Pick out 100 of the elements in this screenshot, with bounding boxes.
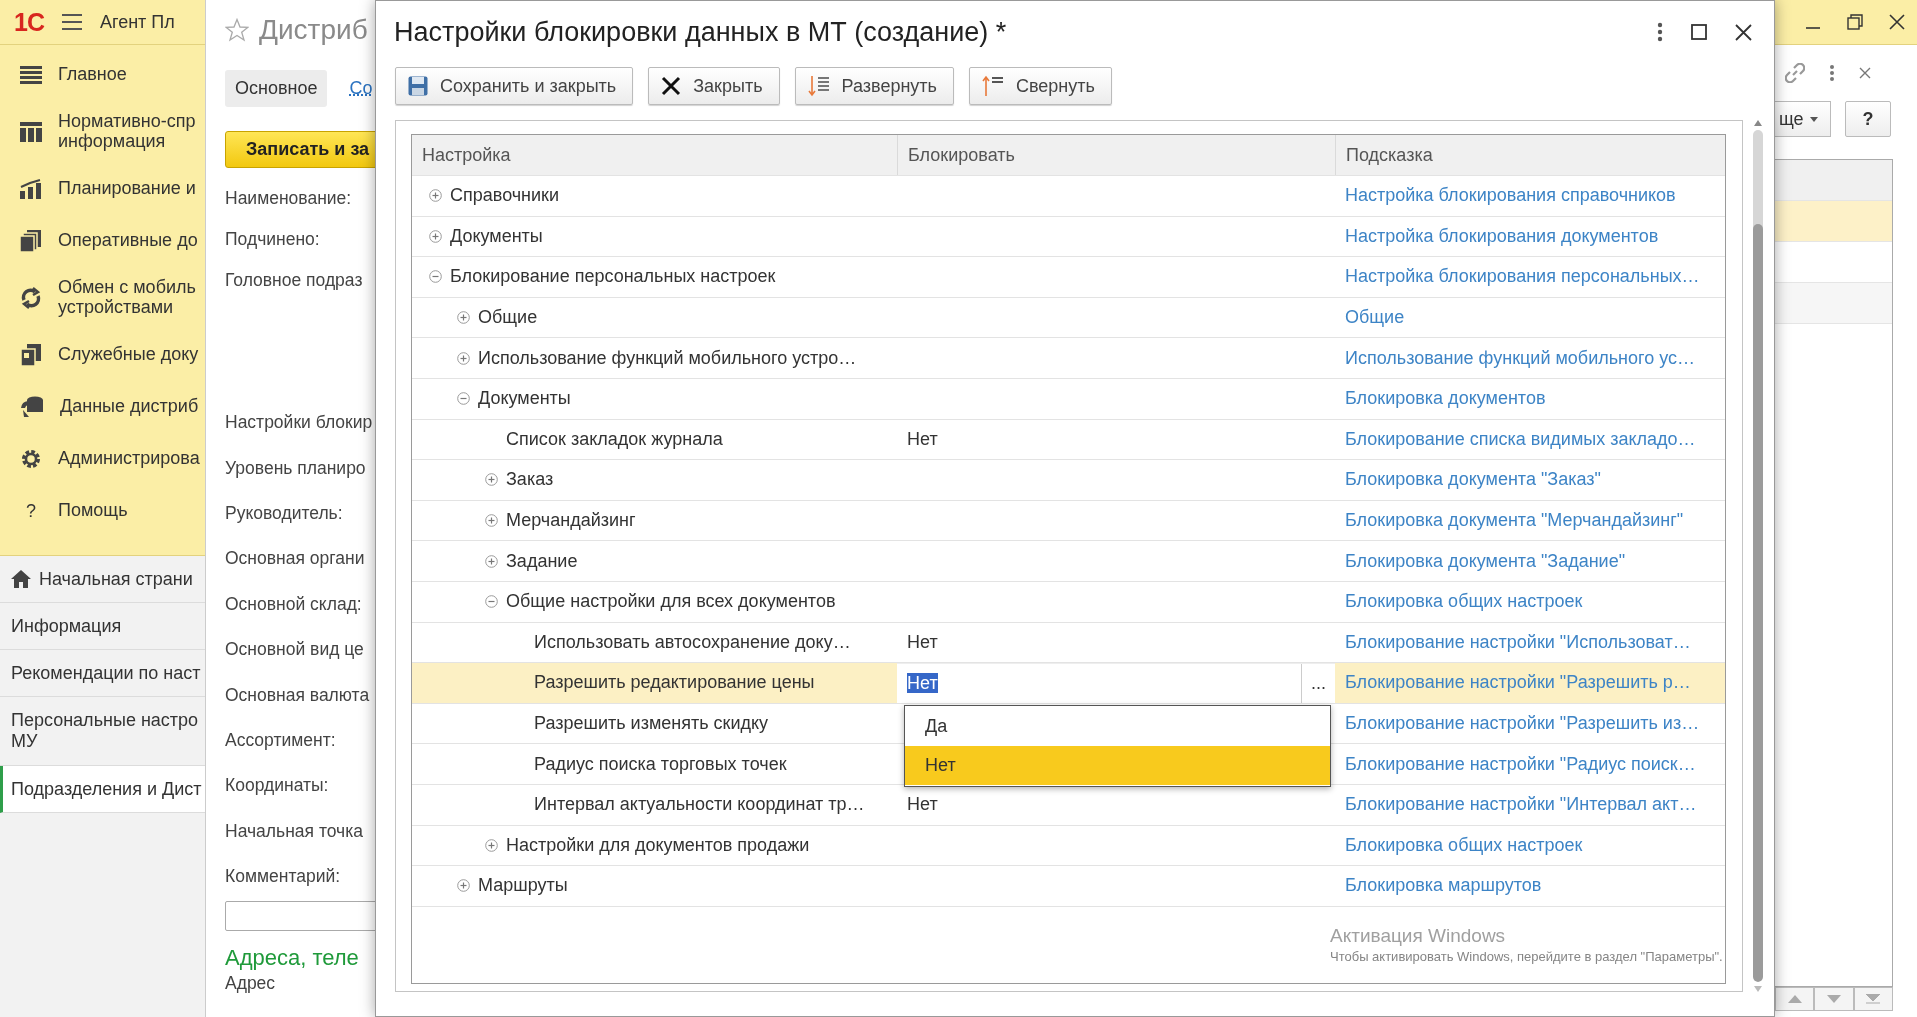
section-link[interactable]: Нормативно-спр информация — [58, 112, 196, 152]
column-header[interactable]: Блокировать — [897, 135, 1335, 175]
field-label: Головное подраз — [225, 269, 364, 292]
hint-link[interactable]: Настройка блокирования документов — [1345, 225, 1659, 247]
documents-icon — [20, 344, 42, 366]
more-button[interactable]: ще — [1775, 101, 1831, 137]
table-row[interactable]: Справочники Настройка блокирования справочников — [412, 176, 1725, 217]
expand-icon[interactable] — [457, 351, 470, 365]
table-row[interactable]: Настройки для документов продажи Блокировка общих настроек — [412, 825, 1725, 867]
block-value: Нет — [907, 631, 938, 653]
dropdown-option[interactable]: Да — [905, 706, 1330, 746]
value-field[interactable]: Нет ... — [897, 663, 1335, 703]
table-row[interactable]: Задание Блокировка документа "Задание" — [412, 541, 1725, 582]
hint-link[interactable]: Блокирование настройки "Интервал акт… — [1345, 794, 1697, 816]
column-header[interactable]: Подсказка — [1335, 135, 1725, 175]
save-button[interactable]: Записать и за — [225, 131, 375, 168]
dialog-title: Настройки блокировки данных в МТ (создание) * — [394, 16, 1008, 48]
setting-name: Радиус поиска торговых точек — [534, 753, 787, 775]
move-up-button[interactable] — [1775, 987, 1815, 1011]
hint-link[interactable]: Блокировка документа "Задание" — [1345, 550, 1626, 572]
hint-link[interactable]: Блокирование настройки "Разрешить из… — [1345, 713, 1700, 734]
table-row[interactable]: Документы Блокировка документов — [412, 378, 1725, 420]
table-row[interactable]: Маршруты Блокировка маршрутов — [412, 866, 1725, 907]
table-row[interactable]: Мерчандайзинг Блокировка документа "Мерчандайзинг" — [412, 500, 1725, 542]
more-icon[interactable] — [1657, 22, 1663, 42]
table-row[interactable]: Блокирование персональных настроек Настройка блокирования персональных… — [412, 257, 1725, 298]
expand-icon[interactable] — [485, 838, 498, 852]
comment-field[interactable] — [225, 901, 375, 932]
section-link[interactable]: Служебные доку — [58, 345, 199, 365]
hint-link[interactable]: Блокировка документа "Мерчандайзинг" — [1345, 510, 1684, 532]
toolbar-button[interactable]: Закрыть — [648, 67, 780, 105]
maximize-icon[interactable] — [1691, 24, 1707, 40]
table-row[interactable]: Общие настройки для всех документов Блокировка общих настроек — [412, 581, 1725, 623]
column-header[interactable]: Настройка — [412, 135, 897, 175]
section-link[interactable]: Данные дистриб — [60, 397, 199, 417]
expand-icon[interactable] — [457, 311, 470, 325]
hint-link[interactable]: Блокировка маршрутов — [1345, 875, 1542, 897]
hint-link[interactable]: Настройка блокирования персональных… — [1345, 266, 1700, 288]
field-label: Координаты: — [225, 774, 330, 798]
expand-icon[interactable] — [485, 473, 498, 487]
toolbar-button[interactable]: Сохранить и закрыть — [395, 67, 634, 105]
field-label: Подчинено: — [225, 228, 321, 251]
table-row[interactable]: Документы Настройка блокирования документов — [412, 216, 1725, 258]
expand-icon[interactable] — [429, 189, 442, 203]
field-label: Уровень планиро — [225, 456, 367, 480]
hint-link[interactable]: Блокировка общих настроек — [1345, 591, 1583, 613]
form-title: Дистриб — [259, 14, 368, 46]
move-to-end-icon — [1866, 994, 1881, 1004]
collapse-icon[interactable] — [457, 392, 470, 406]
hint-link[interactable]: Блокирование настройки "Радиус поиск… — [1345, 753, 1696, 775]
setting-name: Интервал актуальности координат тр… — [534, 794, 865, 816]
toolbar-button[interactable]: Свернуть — [968, 67, 1112, 105]
section-link[interactable]: Главное — [58, 65, 127, 85]
activation-notice-title: Активация Windows — [1330, 925, 1507, 947]
collapse-icon[interactable] — [429, 270, 442, 284]
expand-icon[interactable] — [429, 229, 442, 243]
setting-name: Разрешить редактирование цены — [534, 672, 815, 694]
hint-link[interactable]: Блокировка документов — [1345, 388, 1546, 410]
hint-link[interactable]: Блокирование настройки "Использоват… — [1345, 631, 1691, 653]
table-row[interactable]: Заказ Блокировка документа "Заказ" — [412, 460, 1725, 501]
table-row[interactable]: Использование функций мобильного устро… Использование функций мобильного ус… — [412, 338, 1725, 379]
close-icon[interactable] — [1889, 14, 1905, 30]
dropdown-option[interactable]: Нет — [905, 745, 1330, 785]
expand-icon[interactable] — [485, 554, 498, 568]
section-link[interactable]: Обмен с мобиль устройствами — [58, 278, 196, 318]
more-icon[interactable] — [1829, 64, 1835, 82]
menu-icon[interactable] — [61, 14, 82, 30]
field-label: Основная органи — [225, 547, 366, 571]
hint-link[interactable]: Настройка блокирования справочников — [1345, 185, 1676, 207]
section-link[interactable]: Планирование и — [58, 179, 196, 199]
form-tab[interactable]: Основное — [225, 70, 328, 107]
collapse-icon[interactable] — [485, 595, 498, 609]
hint-link[interactable]: Использование функций мобильного ус… — [1345, 347, 1696, 369]
link-icon[interactable] — [1785, 63, 1805, 83]
field-label: Адрес — [225, 973, 277, 995]
setting-name: Справочники — [450, 185, 560, 207]
table-row[interactable]: Общие Общие — [412, 297, 1725, 339]
table-row[interactable]: Интервал актуальности координат тр… Нет Блокирование настройки "Интервал акт… — [412, 784, 1725, 826]
hint-link[interactable]: Блокировка документа "Заказ" — [1345, 469, 1601, 491]
close-icon — [661, 76, 682, 96]
star-icon[interactable] — [225, 18, 249, 42]
help-button[interactable]: ? — [1845, 101, 1891, 137]
form-tab[interactable]: Со — [339, 70, 375, 107]
section-link[interactable]: Помощь — [58, 501, 128, 521]
close-icon[interactable] — [1735, 23, 1752, 41]
toolbar-button[interactable]: Развернуть — [794, 67, 954, 105]
table-row[interactable]: Список закладок журнала Нет Блокирование списка видимых закладо… — [412, 419, 1725, 461]
hint-link[interactable]: Блокирование списка видимых закладо… — [1345, 428, 1696, 450]
section-link[interactable]: Оперативные до — [58, 231, 198, 251]
section-link[interactable]: Администрирова — [58, 449, 200, 469]
hint-link[interactable]: Блокировка общих настроек — [1345, 834, 1583, 856]
expand-icon[interactable] — [457, 879, 470, 893]
scroll-up-icon[interactable] — [1754, 120, 1762, 126]
open-window-tab[interactable]: Подразделения и Дист — [0, 766, 205, 813]
refresh-icon — [20, 287, 42, 309]
expand-icon[interactable] — [485, 514, 498, 528]
scrollbar[interactable] — [1751, 120, 1765, 992]
field-label: Наименование: — [225, 187, 353, 210]
restore-icon[interactable] — [1847, 14, 1863, 30]
hint-link[interactable]: Общие — [1345, 307, 1405, 329]
